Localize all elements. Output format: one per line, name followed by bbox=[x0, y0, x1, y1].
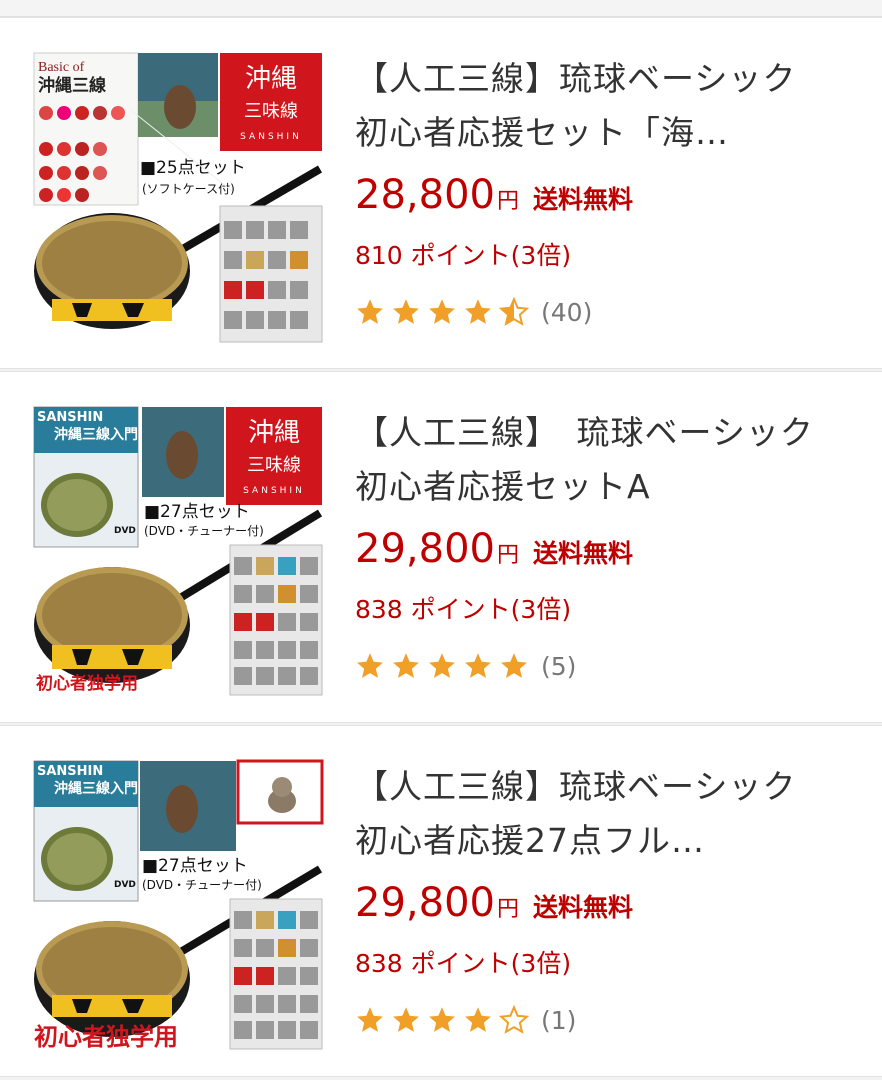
product-info-2: 【人工三線】 琉球ベーシック初心者応援セットA 29,800 円 送料無料 83… bbox=[355, 406, 835, 686]
price-row: 29,800 円 送料無料 bbox=[355, 880, 835, 936]
product-title[interactable]: 【人工三線】琉球ベーシック 初心者応援セット「海… bbox=[355, 52, 835, 160]
brand-text-1: 沖縄 bbox=[248, 418, 300, 448]
set-sublabel: (DVD・チューナー付) bbox=[144, 524, 264, 538]
set-sublabel: (ソフトケース付) bbox=[142, 182, 235, 196]
product-card-2[interactable]: SANSHIN 沖縄三線入門 DVD 沖縄 三味線 SANSHIN ■27点セッ… bbox=[0, 371, 882, 723]
brand-text-2: 三味線 bbox=[244, 101, 298, 122]
free-shipping-label: 送料無料 bbox=[532, 185, 633, 214]
product-image-1[interactable]: Basic of 沖縄三線 沖縄 三味線 SANSHIN ■25点セット (ソフ… bbox=[32, 51, 324, 343]
product-title[interactable]: 【人工三線】琉球ベーシック 初心者応援27点フル… bbox=[355, 760, 835, 868]
star-half-icon bbox=[499, 297, 529, 326]
star-full-icon bbox=[393, 1007, 419, 1032]
price-currency: 円 bbox=[496, 543, 519, 568]
brand-text-3: SANSHIN bbox=[243, 486, 305, 496]
star-full-icon bbox=[393, 299, 419, 324]
star-full-icon bbox=[429, 299, 455, 324]
price-row: 29,800 円 送料無料 bbox=[355, 526, 835, 582]
product-card-1[interactable]: Basic of 沖縄三線 沖縄 三味線 SANSHIN ■25点セット (ソフ… bbox=[0, 17, 882, 369]
brand-text-1: 沖縄 bbox=[245, 64, 297, 94]
beginner-label: 初心者独学用 bbox=[36, 673, 138, 694]
dvd-title-2: 沖縄三線入門 bbox=[54, 780, 138, 797]
book-title-1: Basic of bbox=[38, 60, 85, 75]
book-title-2: 沖縄三線 bbox=[38, 75, 106, 96]
star-full-icon bbox=[465, 653, 491, 678]
set-label: ■27点セット bbox=[144, 502, 250, 522]
product-title[interactable]: 【人工三線】 琉球ベーシック初心者応援セットA bbox=[355, 406, 835, 514]
set-label: ■25点セット bbox=[140, 158, 246, 178]
star-full-icon bbox=[393, 653, 419, 678]
star-full-icon bbox=[357, 653, 383, 678]
star-full-icon bbox=[465, 1007, 491, 1032]
price-currency: 円 bbox=[496, 189, 519, 214]
rating-stars bbox=[355, 1005, 535, 1035]
sanshin-set-photo: SANSHIN 沖縄三線入門 DVD ■27点セット (DVD・チューナー付) bbox=[32, 759, 324, 1051]
dvd-title-1: SANSHIN bbox=[37, 764, 103, 779]
star-full-icon bbox=[429, 653, 455, 678]
dvd-title-1: SANSHIN bbox=[37, 410, 103, 425]
price-value: 29,800 bbox=[355, 526, 495, 572]
review-count: (40) bbox=[541, 297, 593, 327]
review-count: (5) bbox=[541, 651, 577, 681]
price-value: 28,800 bbox=[355, 172, 495, 218]
rating-row[interactable]: (1) bbox=[355, 1000, 835, 1040]
product-image-3[interactable]: SANSHIN 沖縄三線入門 DVD ■27点セット (DVD・チューナー付) bbox=[32, 759, 324, 1051]
star-full-icon bbox=[429, 1007, 455, 1032]
dvd-label: DVD bbox=[114, 880, 136, 890]
product-info-1: 【人工三線】琉球ベーシック 初心者応援セット「海… 28,800 円 送料無料 … bbox=[355, 52, 835, 332]
dvd-label: DVD bbox=[114, 526, 136, 536]
set-label: ■27点セット bbox=[142, 856, 248, 876]
rating-stars bbox=[355, 651, 535, 681]
review-count: (1) bbox=[541, 1005, 577, 1035]
star-full-icon bbox=[357, 1007, 383, 1032]
product-card-3[interactable]: SANSHIN 沖縄三線入門 DVD ■27点セット (DVD・チューナー付) bbox=[0, 725, 882, 1077]
rating-row[interactable]: (40) bbox=[355, 292, 835, 332]
star-full-icon bbox=[501, 653, 527, 678]
price-row: 28,800 円 送料無料 bbox=[355, 172, 835, 228]
sanshin-set-photo: Basic of 沖縄三線 沖縄 三味線 SANSHIN ■25点セット (ソフ… bbox=[32, 51, 324, 343]
brand-text-3: SANSHIN bbox=[240, 132, 302, 142]
sanshin-set-photo: SANSHIN 沖縄三線入門 DVD 沖縄 三味線 SANSHIN ■27点セッ… bbox=[32, 405, 324, 697]
points-label: 810 ポイント(3倍) bbox=[355, 241, 572, 270]
points-label: 838 ポイント(3倍) bbox=[355, 949, 572, 978]
star-empty-icon bbox=[499, 1005, 529, 1034]
dvd-title-2: 沖縄三線入門 bbox=[54, 426, 138, 443]
price-currency: 円 bbox=[496, 897, 519, 922]
product-info-3: 【人工三線】琉球ベーシック 初心者応援27点フル… 29,800 円 送料無料 … bbox=[355, 760, 835, 1040]
price-value: 29,800 bbox=[355, 880, 495, 926]
product-image-2[interactable]: SANSHIN 沖縄三線入門 DVD 沖縄 三味線 SANSHIN ■27点セッ… bbox=[32, 405, 324, 697]
brand-text-2: 三味線 bbox=[247, 455, 301, 476]
rating-row[interactable]: (5) bbox=[355, 646, 835, 686]
rating-stars bbox=[355, 297, 535, 327]
points-label: 838 ポイント(3倍) bbox=[355, 595, 572, 624]
product-list: Basic of 沖縄三線 沖縄 三味線 SANSHIN ■25点セット (ソフ… bbox=[0, 0, 882, 1080]
star-full-icon bbox=[357, 299, 383, 324]
free-shipping-label: 送料無料 bbox=[532, 539, 633, 568]
free-shipping-label: 送料無料 bbox=[532, 893, 633, 922]
beginner-label: 初心者独学用 bbox=[34, 1023, 178, 1051]
set-sublabel: (DVD・チューナー付) bbox=[142, 878, 262, 892]
star-full-icon bbox=[465, 299, 491, 324]
top-divider bbox=[0, 0, 882, 17]
